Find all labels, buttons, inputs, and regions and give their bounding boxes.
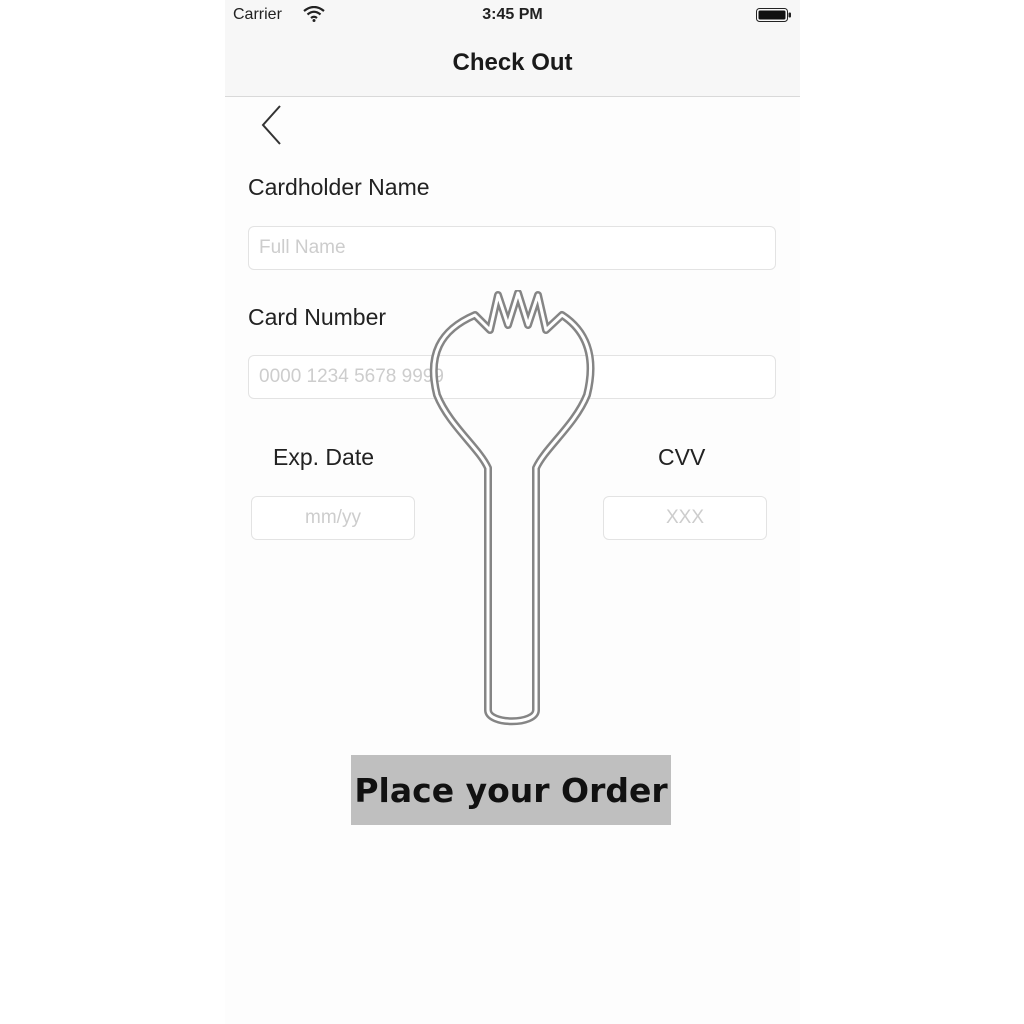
cardholder-name-input[interactable] xyxy=(248,226,776,270)
cvv-label: CVV xyxy=(658,444,706,470)
place-order-button[interactable]: Place your Order xyxy=(351,755,671,825)
exp-date-input[interactable] xyxy=(251,496,415,540)
exp-date-label: Exp. Date xyxy=(273,444,374,470)
card-number-label: Card Number xyxy=(248,304,387,330)
battery-icon xyxy=(756,8,791,22)
phone-screen: Carrier 3:45 PM Check Out Cardholder Nam… xyxy=(225,0,800,1024)
card-number-input[interactable] xyxy=(248,355,776,399)
cvv-input[interactable] xyxy=(603,496,767,540)
status-time: 3:45 PM xyxy=(482,6,543,23)
back-chevron-icon[interactable] xyxy=(255,104,285,148)
cardholder-name-label: Cardholder Name xyxy=(248,174,430,200)
status-bar: Carrier 3:45 PM xyxy=(225,0,800,30)
navigation-bar: Check Out xyxy=(225,30,800,97)
page-title: Check Out xyxy=(452,49,573,76)
